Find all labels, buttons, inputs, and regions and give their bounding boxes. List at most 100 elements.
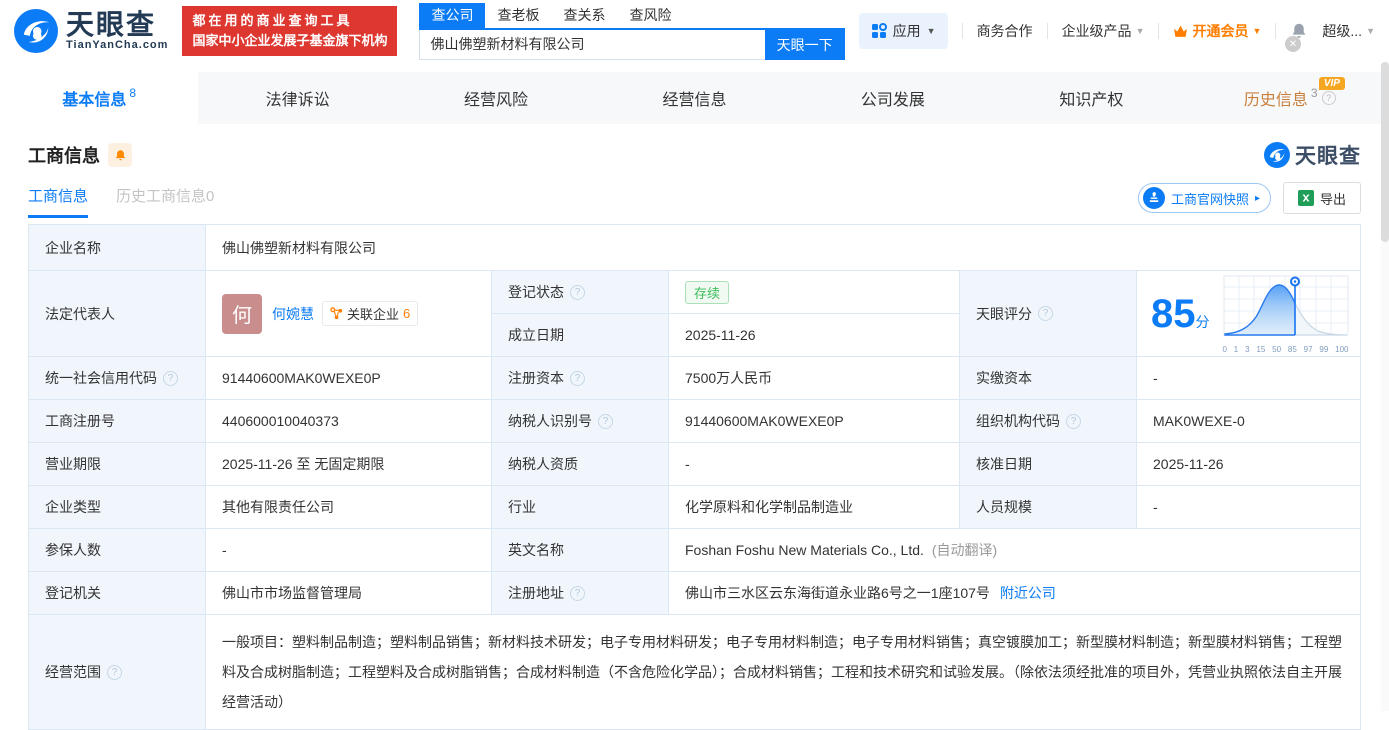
field-label: 组织机构代码? (960, 400, 1137, 442)
nav-enterprise-products[interactable]: 企业级产品 ▼ (1062, 21, 1145, 41)
help-icon[interactable]: ? (570, 284, 585, 300)
search-tab-risk[interactable]: 查风险 (617, 3, 683, 28)
vip-crown-icon (1174, 25, 1188, 37)
clear-search-icon[interactable]: ✕ (1285, 36, 1301, 52)
tab-count: 8 (129, 86, 137, 100)
company-name-value: 佛山佛塑新材料有限公司 (222, 239, 376, 256)
related-companies-badge[interactable]: 关联企业 6 (322, 301, 419, 326)
field-label: 营业期限 (29, 443, 206, 485)
help-icon[interactable]: ? (1038, 306, 1053, 321)
field-label: 注册资本? (492, 357, 669, 399)
tab-company-development[interactable]: 公司发展 (794, 72, 992, 124)
help-icon[interactable]: ? (1321, 91, 1336, 105)
field-label: 参保人数 (29, 529, 206, 571)
excel-icon (1297, 190, 1314, 206)
credit-code-value: 91440600MAK0WEXE0P (206, 357, 492, 399)
apps-menu-button[interactable]: 应用 ▼ (858, 13, 948, 49)
field-label: 天眼评分? (960, 271, 1137, 356)
subtab-business-info[interactable]: 工商信息 (28, 185, 89, 218)
chevron-down-icon: ▼ (1366, 26, 1375, 36)
table-row-business-term: 营业期限 2025-11-26 至 无固定期限 纳税人资质 - 核准日期 202… (29, 443, 1360, 486)
network-icon (330, 307, 343, 320)
insured-count-value: - (206, 529, 492, 571)
field-label: 英文名称 (492, 529, 669, 571)
reg-address-value: 佛山市三水区云东海街道永业路6号之一1座107号 (685, 585, 990, 601)
field-label: 登记机关 (29, 572, 206, 614)
company-tabs: 基本信息 8 法律诉讼 经营风险 经营信息 公司发展 知识产权 VIP 历史信息 3… (0, 72, 1389, 124)
slogan-line1: 都在用的商业查询工具 (192, 12, 353, 28)
slogan-line2: 国家中小企业发展子基金旗下机构 (192, 33, 388, 48)
tab-intellectual-property[interactable]: 知识产权 (992, 72, 1190, 124)
reg-number-value: 440600010040373 (206, 400, 492, 442)
reg-address-cell: 佛山市三水区云东海街道永业路6号之一1座107号 附近公司 (669, 572, 1360, 614)
field-label: 企业类型 (29, 486, 206, 528)
tab-legal-litigation[interactable]: 法律诉讼 (198, 72, 396, 124)
score-distribution-chart: 0 1 3 15 50 85 97 99 100 (1222, 274, 1350, 354)
paid-capital-value: - (1153, 370, 1158, 386)
avatar[interactable]: 何 (222, 293, 262, 334)
help-icon[interactable]: ? (570, 585, 585, 601)
help-icon[interactable]: ? (598, 413, 613, 429)
field-label: 行业 (492, 486, 669, 528)
help-icon[interactable]: ? (163, 370, 178, 386)
monitor-bell-icon[interactable] (108, 143, 132, 167)
scrollbar-thumb[interactable] (1381, 62, 1389, 242)
search-tab-company[interactable]: 查公司 (419, 2, 486, 28)
company-type-value: 其他有限责任公司 (206, 486, 492, 528)
table-row-credit-code: 统一社会信用代码? 91440600MAK0WEXE0P 注册资本? 7500万… (29, 357, 1360, 400)
tianyancha-watermark: 天眼查 (1264, 140, 1361, 170)
legal-rep-cell: 何 何婉慧 关联企业 6 (206, 271, 492, 356)
auto-translate-note: (自动翻译) (931, 542, 998, 558)
tab-basic-info[interactable]: 基本信息 8 (0, 72, 199, 124)
nav-cooperation[interactable]: 商务合作 (977, 21, 1033, 41)
industry-value: 化学原料和化学制品制造业 (669, 486, 960, 528)
logo-title: 天眼查 (66, 9, 157, 40)
business-term-value: 2025-11-26 至 无固定期限 (206, 443, 492, 485)
arrow-right-icon: ▸ (1254, 192, 1260, 204)
field-label: 工商注册号 (29, 400, 206, 442)
search-tab-relation[interactable]: 查关系 (551, 3, 617, 28)
subtab-history-business-info[interactable]: 历史工商信息0 (116, 185, 214, 218)
open-vip-button[interactable]: 开通会员 ▼ (1173, 21, 1261, 41)
tab-history-info[interactable]: VIP 历史信息 3 ? (1191, 72, 1389, 124)
staff-size-value: - (1153, 499, 1158, 515)
approval-date-value: 2025-11-26 (1153, 456, 1224, 472)
nav-super-member[interactable]: 超级... ▼ (1322, 21, 1375, 41)
vip-badge: VIP (1318, 77, 1345, 90)
apps-label: 应用 (892, 23, 921, 39)
field-label: 成立日期 (492, 314, 669, 356)
nav-divider (1275, 23, 1277, 39)
search-input[interactable] (419, 29, 765, 60)
table-row-company-name: 企业名称 佛山佛塑新材料有限公司 (29, 225, 1360, 271)
help-icon[interactable]: ? (1066, 413, 1081, 429)
tab-operation-risk[interactable]: 经营风险 (397, 72, 595, 124)
stamp-icon (1142, 187, 1165, 209)
org-code-value: MAK0WEXE-0 (1153, 413, 1245, 429)
official-snapshot-button[interactable]: 工商官网快照 ▸ (1137, 183, 1271, 213)
help-icon[interactable]: ? (570, 370, 585, 386)
tab-operation-info[interactable]: 经营信息 (595, 72, 793, 124)
help-icon[interactable]: ? (107, 664, 122, 680)
watermark-text: 天眼查 (1295, 145, 1361, 168)
table-row-legal-rep: 法定代表人 何 何婉慧 关联企业 6 登记状态? 存续 成立日期 2025-11… (29, 271, 1360, 357)
search-tabs: 查公司 查老板 查关系 查风险 (419, 2, 845, 30)
nearby-companies-link[interactable]: 附近公司 (1000, 583, 1056, 603)
reg-capital-value: 7500万人民币 (669, 357, 960, 399)
reg-authority-value: 佛山市市场监督管理局 (206, 572, 492, 614)
field-label: 企业名称 (29, 225, 206, 270)
taxpayer-id-value: 91440600MAK0WEXE0P (669, 400, 960, 442)
score-value: 85 (1151, 291, 1196, 336)
export-button[interactable]: 导出 (1282, 182, 1361, 214)
business-info-table: 企业名称 佛山佛塑新材料有限公司 法定代表人 何 何婉慧 关联企业 6 登记状态… (28, 224, 1361, 730)
search-tab-boss[interactable]: 查老板 (485, 3, 551, 28)
nav-divider (1046, 23, 1048, 39)
table-row-reg-number: 工商注册号 440600010040373 纳税人识别号? 91440600MA… (29, 400, 1360, 443)
tianyancha-logo[interactable]: 天眼查 TianYanCha.com (14, 9, 168, 53)
legal-rep-link[interactable]: 何婉慧 (272, 304, 314, 324)
tab-count: 3 (1310, 86, 1318, 100)
tianyan-score-cell[interactable]: 85分 0 1 3 15 50 85 97 99 100 (1137, 271, 1360, 356)
table-row-insured: 参保人数 - 英文名称 Foshan Foshu New Materials C… (29, 529, 1360, 572)
search-button[interactable]: 天眼一下 (764, 29, 845, 60)
scrollbar[interactable] (1381, 62, 1389, 711)
field-label: 核准日期 (960, 443, 1137, 485)
